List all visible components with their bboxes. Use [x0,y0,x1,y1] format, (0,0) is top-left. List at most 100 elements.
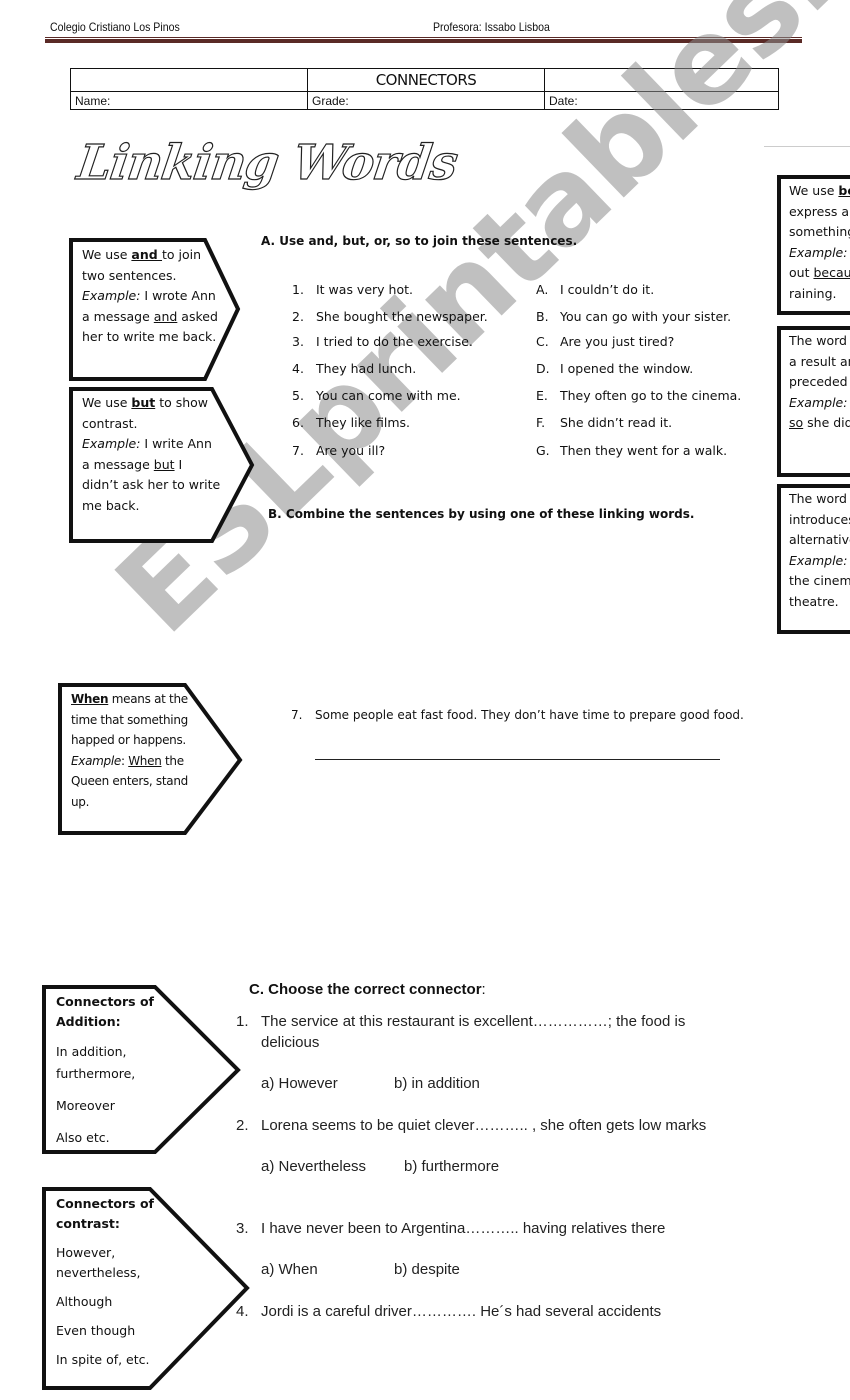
when-box-text: When means at the time that something ha… [71,689,197,812]
item-number: 2. [292,309,304,324]
section-c-title-colon: : [481,981,486,998]
when-keyword: When [71,692,109,706]
so-example-keyword: so [789,415,804,430]
grade-field[interactable]: Grade: [307,91,545,110]
question-text: Lorena seems to be quiet clever……….. , s… [261,1117,707,1134]
because-line6: raining. [789,285,837,301]
list-item: B. You can go with your sister. [536,309,731,324]
or-box-text: The word o introduces alternative Exampl… [789,489,850,612]
because-keyword: be [838,183,850,198]
and-example-keyword: and [153,308,178,324]
question-3-option-b[interactable]: b) despite [394,1261,460,1278]
item-text: I tried to do the exercise. [316,334,473,349]
question-text: I have never been to Argentina……….. havi… [261,1220,666,1237]
so-line5: she didn [807,415,850,430]
or-example-label: Example: [789,552,848,568]
because-line1: We use [789,183,839,198]
item-text: They had lunch. [316,361,417,376]
but-example-keyword: but [153,456,175,472]
question-4: 4. Jordi is a careful driver…………. He´s ha… [236,1303,661,1320]
name-field[interactable]: Name: [70,91,308,110]
so-line1: The word [789,333,850,348]
item-number: 7. [291,708,303,722]
but-info-box: We use but to show contrast. Example: I … [68,386,258,546]
info-cell-empty-right [544,68,779,92]
or-line6: theatre. [789,593,839,609]
item-text: You can come with me. [316,388,461,403]
because-example-keyword: becaus [813,265,850,280]
question-1-line2: delicious [261,1034,320,1051]
so-example-label: Example: [789,394,848,410]
item-text: She bought the newspaper. [316,309,488,324]
addition-connectors-box: Connectors of Addition: In addition, fur… [41,984,246,1156]
worksheet-title: CONNECTORS [307,68,545,92]
question-number: 4. [236,1303,249,1320]
question-3-option-a[interactable]: a) When [261,1261,318,1278]
list-item: 5. You can come with me. [292,388,461,403]
item-text: Are you just tired? [560,334,675,349]
right-edge-rule [764,146,850,147]
list-item: 2. She bought the newspaper. [292,309,488,324]
item-text: You can go with your sister. [560,309,732,324]
because-line2: express a r [789,203,850,219]
question-1-option-a[interactable]: a) However [261,1075,338,1092]
item-number: 3. [292,334,304,349]
item-text: She didn’t read it. [560,415,673,430]
addition-item: In addition, [56,1044,127,1059]
list-item: A. I couldn’t do it. [536,282,654,297]
item-number: 6. [292,415,304,430]
question-3: 3. I have never been to Argentina……….. ha… [236,1220,665,1237]
and-info-box: We use and to join two sentences. Exampl… [68,237,243,382]
addition-title-line1: Connectors of [56,994,154,1009]
school-name: Colegio Cristiano Los Pinos [50,20,180,34]
item-text: It was very hot. [316,282,413,297]
item-number: 1. [292,282,304,297]
section-c-title-text: C. Choose the correct connector [249,981,482,998]
item-number: 5. [292,388,304,403]
when-info-box: When means at the time that something ha… [57,682,247,838]
contrast-title-line1: Connectors of [56,1196,154,1211]
question-number: 2. [236,1117,249,1134]
but-box-text: We use but to show contrast. Example: I … [82,393,222,516]
item-number: 4. [292,361,304,376]
contrast-item: Even though [56,1323,136,1338]
contrast-item: nevertheless, [56,1265,141,1280]
answer-line[interactable] [315,759,720,760]
section-c-title: C. Choose the correct connector: [249,981,486,998]
item-letter: A. [536,282,549,297]
item-number: 7. [292,443,304,458]
question-text: Jordi is a careful driver…………. He´s had … [261,1303,662,1320]
so-info-box: The word s a result an preceded b Exampl… [776,325,850,478]
contrast-title-line2: contrast: [56,1216,120,1231]
list-item: 4. They had lunch. [292,361,416,376]
item-letter: B. [536,309,549,324]
because-line3: something [789,224,850,239]
but-text-pre: We use [82,395,132,410]
item-text: Are you ill? [316,443,386,458]
question-2-option-b[interactable]: b) furthermore [404,1158,499,1175]
date-field[interactable]: Date: [544,91,779,110]
and-keyword: and [131,247,163,262]
item-text: I opened the window. [560,361,694,376]
item-text: They like films. [316,415,411,430]
question-1-option-b[interactable]: b) in addition [394,1075,480,1092]
when-example-keyword: When [128,753,162,768]
linking-words-logo: Linking Words [73,134,461,191]
item-text: They often go to the cinema. [560,388,742,403]
item-letter: C. [536,334,549,349]
list-item: E. They often go to the cinema. [536,388,741,403]
so-line3: preceded b [789,374,850,389]
header-divider [45,37,802,38]
list-item: 7. Are you ill? [292,443,385,458]
question-2-option-a[interactable]: a) Nevertheless [261,1158,366,1175]
because-box-text: We use be express a r something Example:… [789,181,850,304]
item-letter: D. [536,361,550,376]
addition-item: Also etc. [56,1130,110,1145]
header-divider-thick [45,39,802,43]
when-example-label: Example [71,753,121,768]
item-text: I couldn’t do it. [560,282,655,297]
addition-title-line2: Addition: [56,1014,121,1029]
section-b-title: B. Combine the sentences by using one of… [268,507,695,521]
item-letter: G. [536,443,550,458]
item-letter: E. [536,388,548,403]
